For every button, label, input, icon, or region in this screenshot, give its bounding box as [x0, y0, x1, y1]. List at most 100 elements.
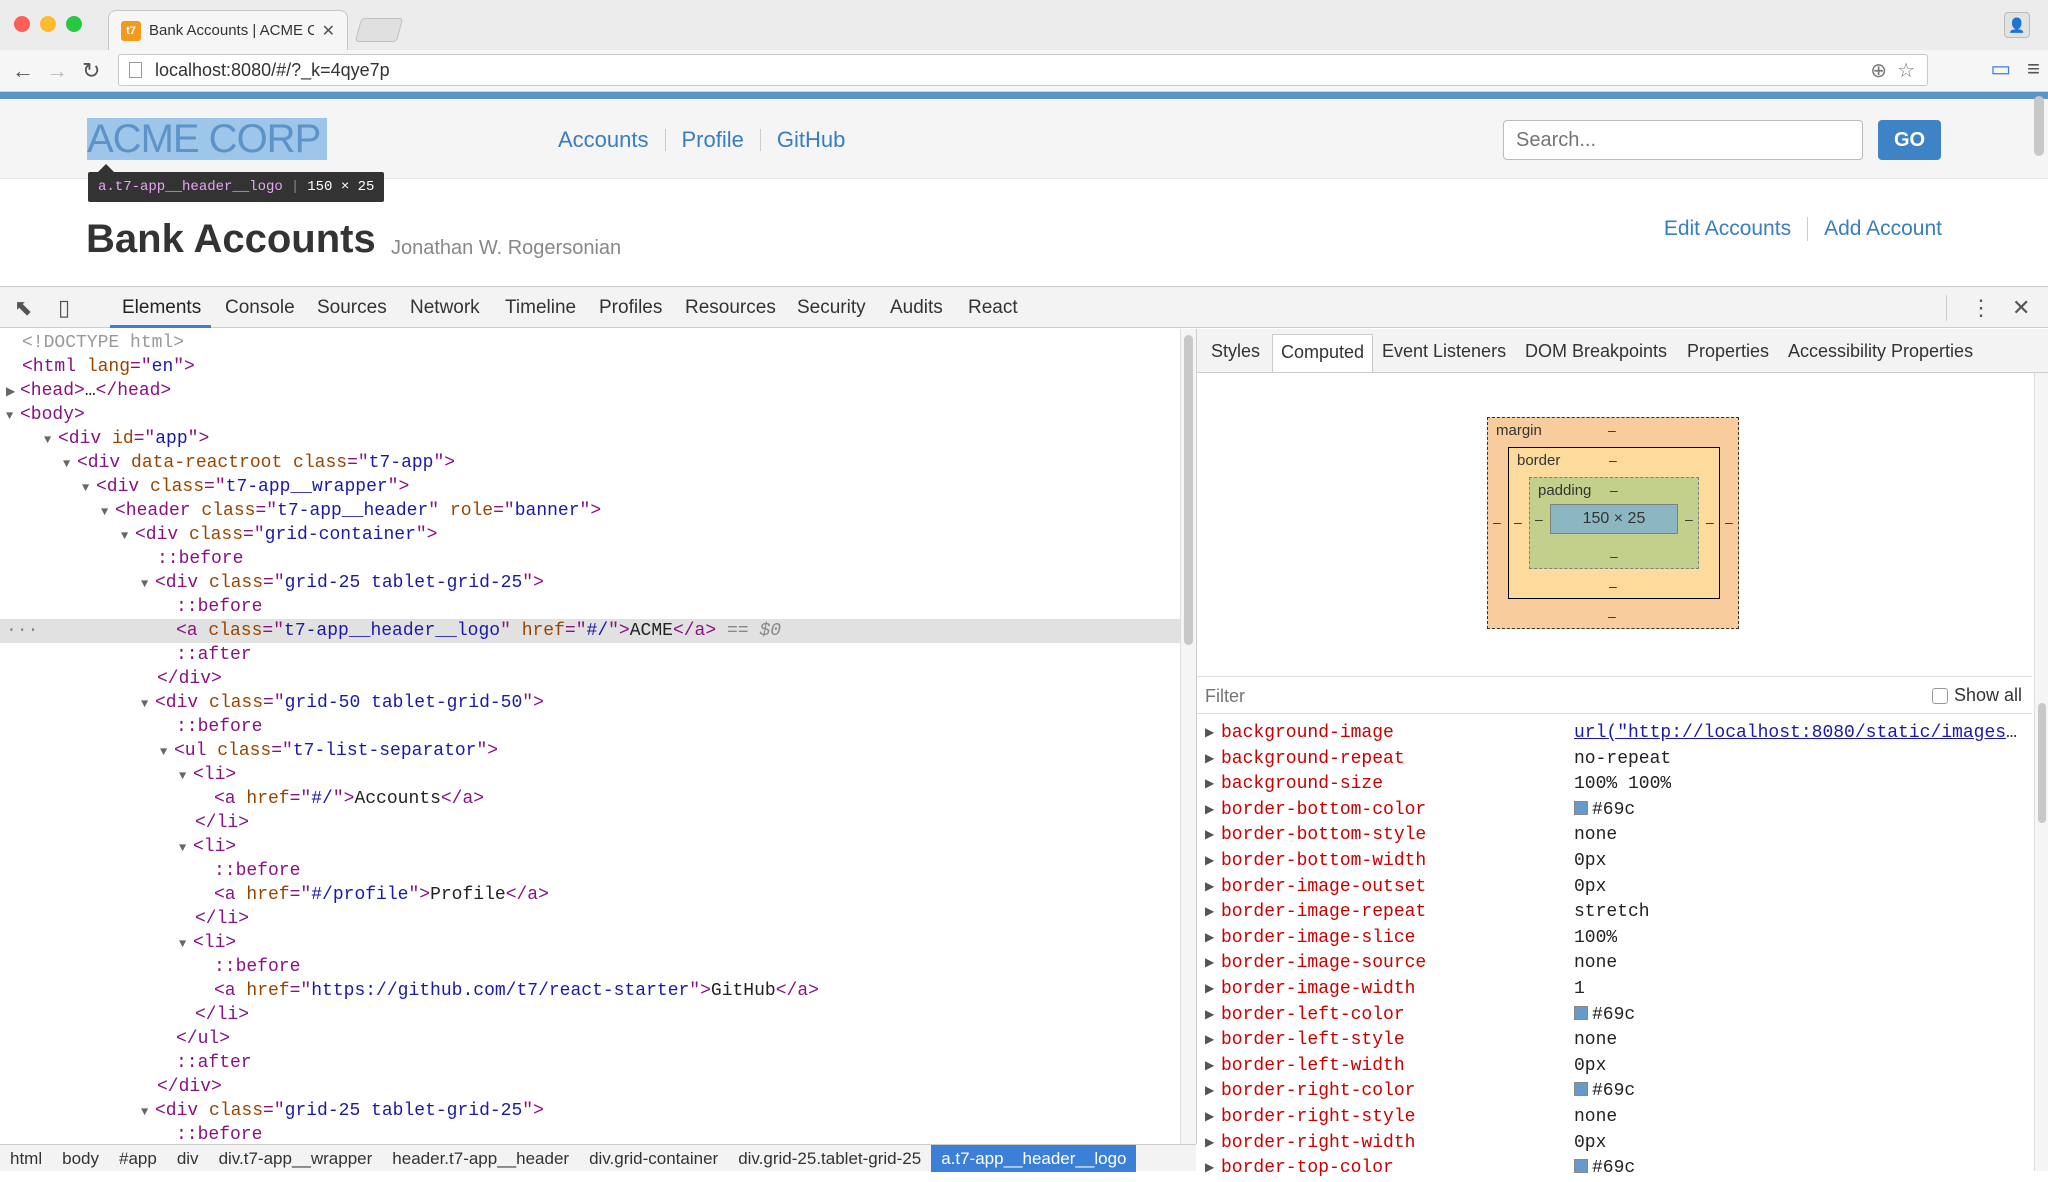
tab-react[interactable]: React [968, 297, 1018, 319]
expand-triangle-icon[interactable]: ▶ [1205, 977, 1214, 1003]
breadcrumb-item[interactable]: div.grid-container [579, 1145, 728, 1172]
computed-property-row[interactable]: ▶ border-bottom-color #69c [1197, 798, 2032, 824]
zoom-window-button[interactable] [66, 16, 82, 32]
expand-triangle-icon[interactable]: ▶ [1205, 721, 1214, 747]
computed-property-row[interactable]: ▶ border-top-color #69c [1197, 1156, 2032, 1182]
computed-property-row[interactable]: ▶ border-image-slice 100% [1197, 926, 2032, 952]
breadcrumb-item[interactable]: body [52, 1145, 109, 1172]
tab-sources[interactable]: Sources [317, 297, 387, 319]
property-value-link[interactable]: url("http://localhost:8080/static/images… [1574, 723, 2024, 743]
dom-node[interactable]: ▼ <ul class="t7-list-separator"> [0, 739, 1180, 763]
new-tab-button[interactable] [354, 18, 404, 42]
edit-accounts-link[interactable]: Edit Accounts [1664, 217, 1791, 241]
breadcrumb-item[interactable]: div.t7-app__wrapper [209, 1145, 383, 1172]
cast-icon[interactable]: ▭ [1990, 56, 2011, 82]
expand-triangle-icon[interactable]: ▶ [1205, 798, 1214, 824]
close-devtools-icon[interactable]: ✕ [2012, 295, 2030, 321]
tab-profiles[interactable]: Profiles [599, 297, 662, 319]
color-swatch-icon[interactable] [1574, 1082, 1588, 1097]
scrollbar-thumb[interactable] [2038, 703, 2046, 823]
search-input[interactable] [1503, 120, 1863, 160]
tab-audits[interactable]: Audits [890, 297, 943, 319]
tab-security[interactable]: Security [797, 297, 866, 319]
computed-property-row[interactable]: ▶ border-left-color #69c [1197, 1003, 2032, 1029]
dom-node[interactable]: ::after [0, 643, 1180, 667]
bookmark-star-icon[interactable]: ☆ [1897, 58, 1915, 83]
breadcrumb-item[interactable]: div.grid-25.tablet-grid-25 [728, 1145, 931, 1172]
border-right-value[interactable]: – [1706, 514, 1714, 530]
go-button[interactable]: GO [1878, 120, 1941, 160]
dom-node[interactable]: ▼ <div class="grid-25 tablet-grid-25"> [0, 1099, 1180, 1123]
dom-node[interactable]: <!DOCTYPE html> [0, 331, 1180, 355]
expand-triangle-icon[interactable]: ▶ [1205, 1003, 1214, 1029]
dom-node[interactable]: ::before [0, 1123, 1180, 1144]
computed-property-row[interactable]: ▶ background-size 100% 100% [1197, 772, 2032, 798]
dom-node[interactable]: ::after [0, 1051, 1180, 1075]
breadcrumb-item[interactable]: html [0, 1145, 52, 1172]
dom-node[interactable]: ::before [0, 547, 1180, 571]
margin-top-value[interactable]: – [1608, 422, 1616, 438]
breadcrumb-item[interactable]: #app [109, 1145, 167, 1172]
show-all-toggle[interactable]: Show all [1931, 685, 2022, 706]
scrollbar-thumb[interactable] [1184, 335, 1193, 645]
dom-node[interactable]: ::before [0, 859, 1180, 883]
tab-accessibility-properties[interactable]: Accessibility Properties [1788, 341, 1973, 362]
show-all-checkbox[interactable] [1931, 687, 1948, 704]
computed-property-row[interactable]: ▶ border-right-color #69c [1197, 1079, 2032, 1105]
tab-dom-breakpoints[interactable]: DOM Breakpoints [1525, 341, 1667, 362]
sidebar-scrollbar[interactable] [2034, 373, 2048, 1171]
dom-node[interactable]: <a href="https://github.com/t7/react-sta… [0, 979, 1180, 1003]
computed-property-row[interactable]: ▶ border-right-width 0px [1197, 1131, 2032, 1157]
dom-node-selected[interactable]: ··· <a class="t7-app__header__logo" href=… [0, 619, 1180, 643]
dom-node[interactable]: ::before [0, 955, 1180, 979]
tab-event-listeners[interactable]: Event Listeners [1382, 341, 1506, 362]
expand-triangle-icon[interactable]: ▶ [1205, 900, 1214, 926]
browser-tab[interactable]: t7 Bank Accounts | ACME Cor ✕ [108, 10, 348, 50]
dom-node[interactable]: ▼ <div class="grid-50 tablet-grid-50"> [0, 691, 1180, 715]
expand-triangle-icon[interactable]: ▶ [1205, 926, 1214, 952]
close-window-button[interactable] [14, 16, 30, 32]
back-icon[interactable]: ← [12, 58, 34, 84]
computed-property-row[interactable]: ▶ border-image-source none [1197, 951, 2032, 977]
tab-timeline[interactable]: Timeline [505, 297, 576, 319]
dom-node[interactable]: <html lang="en"> [0, 355, 1180, 379]
computed-property-row[interactable]: ▶ border-left-width 0px [1197, 1054, 2032, 1080]
device-mode-icon[interactable]: ▯ [58, 295, 70, 321]
inspect-element-icon[interactable]: ⬉ [14, 295, 32, 321]
dom-node[interactable]: </li> [0, 907, 1180, 931]
expand-triangle-icon[interactable]: ▶ [1205, 951, 1214, 977]
padding-bottom-value[interactable]: – [1610, 548, 1618, 564]
user-profile-icon[interactable]: 👤 [2004, 12, 2030, 38]
nav-profile[interactable]: Profile [682, 127, 744, 153]
dom-node[interactable]: </ul> [0, 1027, 1180, 1051]
dom-node[interactable]: ▶ <head>…</head> [0, 379, 1180, 403]
margin-bottom-value[interactable]: – [1608, 608, 1616, 624]
nav-github[interactable]: GitHub [777, 127, 845, 153]
computed-property-row[interactable]: ▶ border-image-repeat stretch [1197, 900, 2032, 926]
dom-node[interactable]: <a href="#/profile">Profile</a> [0, 883, 1180, 907]
border-top-value[interactable]: – [1609, 452, 1617, 468]
dom-node[interactable]: ▼ <li> [0, 763, 1180, 787]
expand-triangle-icon[interactable]: ▶ [1205, 823, 1214, 849]
dom-node[interactable]: ▼ <div data-reactroot class="t7-app"> [0, 451, 1180, 475]
tab-resources[interactable]: Resources [685, 297, 776, 319]
box-model-margin[interactable]: margin – – – – border – – – – padding – … [1487, 417, 1739, 629]
computed-property-row[interactable]: ▶ background-repeat no-repeat [1197, 747, 2032, 773]
computed-property-row[interactable]: ▶ border-right-style none [1197, 1105, 2032, 1131]
close-tab-icon[interactable]: ✕ [322, 21, 335, 41]
expand-triangle-icon[interactable]: ▶ [1205, 747, 1214, 773]
margin-left-value[interactable]: – [1493, 514, 1501, 530]
breadcrumb-item[interactable]: header.t7-app__header [382, 1145, 579, 1172]
dom-node[interactable]: </li> [0, 1003, 1180, 1027]
page-scrollbar[interactable] [2034, 96, 2044, 156]
zoom-icon[interactable]: ⊕ [1870, 58, 1887, 83]
margin-right-value[interactable]: – [1725, 514, 1733, 530]
tab-console[interactable]: Console [225, 297, 295, 319]
address-bar[interactable]: localhost:8080/#/?_k=4qye7p ⊕ ☆ [118, 54, 1928, 86]
app-logo[interactable]: ACME CORP [87, 118, 327, 160]
reload-icon[interactable]: ↻ [82, 58, 100, 84]
border-bottom-value[interactable]: – [1609, 578, 1617, 594]
nav-accounts[interactable]: Accounts [558, 127, 649, 153]
dom-node[interactable]: ▼ <div class="t7-app__wrapper"> [0, 475, 1180, 499]
color-swatch-icon[interactable] [1574, 1005, 1588, 1020]
